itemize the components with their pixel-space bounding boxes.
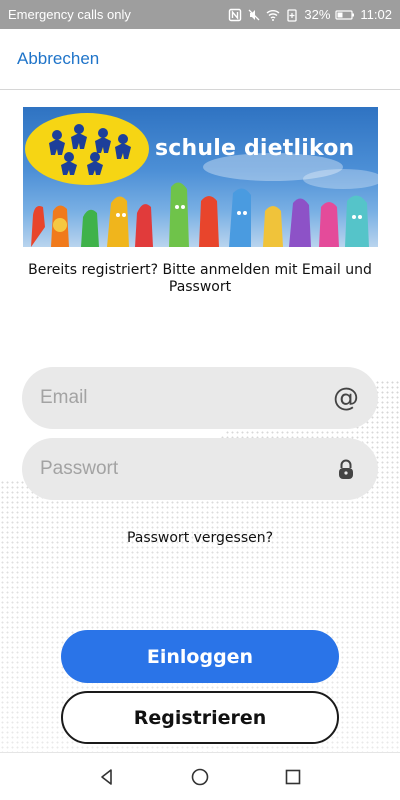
mute-icon: [247, 8, 261, 22]
recents-icon[interactable]: [281, 765, 305, 789]
school-banner: schule dietlikon: [23, 107, 378, 247]
banner-title: schule dietlikon: [155, 136, 355, 161]
wifi-icon: [266, 8, 280, 22]
password-input[interactable]: [40, 458, 332, 480]
email-field[interactable]: @: [22, 367, 378, 429]
navigation-bar: [0, 752, 400, 800]
login-content: schule dietlikon Bereits registriert? Bi…: [0, 90, 400, 752]
nfc-icon: [228, 8, 242, 22]
header: Abbrechen: [0, 29, 400, 90]
battery-icon: [335, 8, 355, 22]
status-bar: Emergency calls only 32% 11:02: [0, 0, 400, 29]
home-icon[interactable]: [188, 765, 212, 789]
email-input[interactable]: [40, 387, 332, 409]
login-button[interactable]: Einloggen: [61, 630, 339, 683]
status-time: 11:02: [360, 7, 392, 22]
carrier-text: Emergency calls only: [8, 7, 131, 22]
battery-saver-icon: [285, 8, 299, 22]
status-icons: 32% 11:02: [228, 7, 392, 22]
register-button[interactable]: Registrieren: [61, 691, 339, 744]
forgot-password-link[interactable]: Passwort vergessen?: [0, 530, 400, 546]
back-icon[interactable]: [95, 765, 119, 789]
lock-icon: [332, 455, 360, 483]
password-field[interactable]: [22, 438, 378, 500]
login-intro-text: Bereits registriert? Bitte anmelden mit …: [28, 262, 372, 295]
battery-percent: 32%: [304, 7, 331, 22]
at-sign-icon: @: [333, 383, 359, 413]
cancel-button[interactable]: Abbrechen: [17, 49, 99, 69]
banner-artwork: [25, 113, 378, 247]
